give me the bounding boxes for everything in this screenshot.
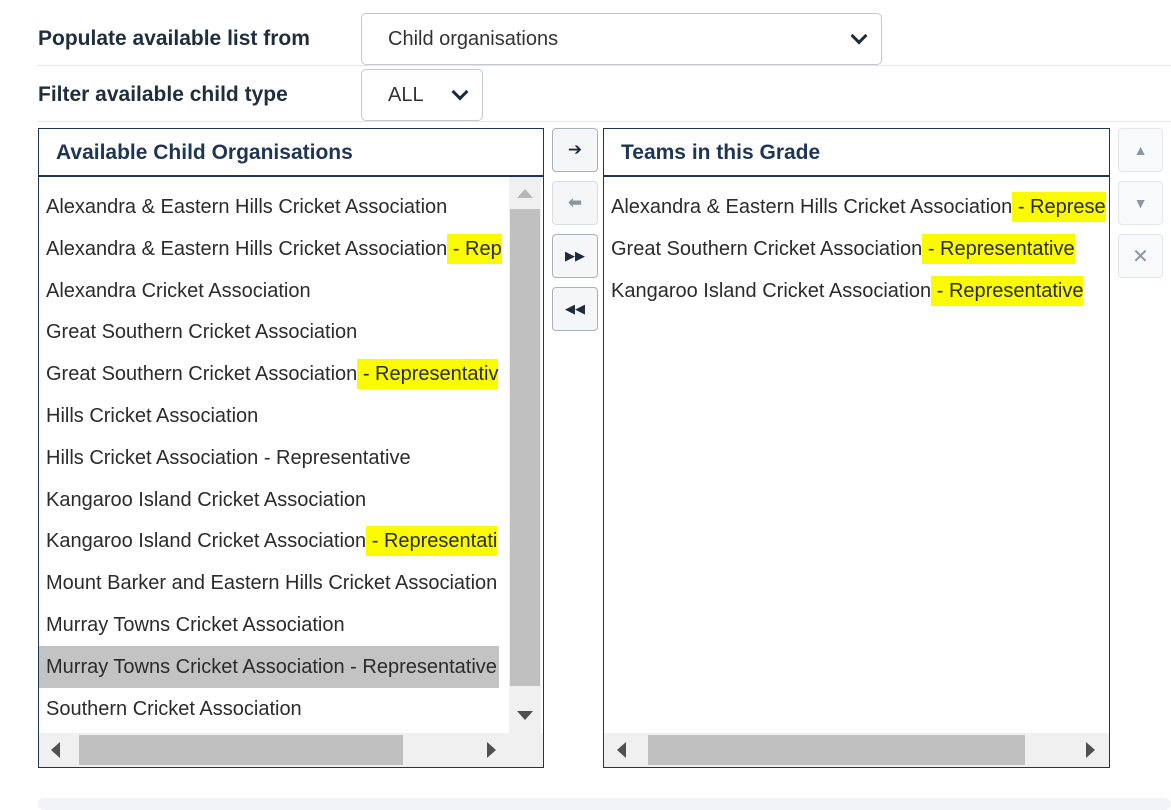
remove-team-button[interactable]: ✕ [1118, 234, 1163, 278]
list-item-label: Southern Cricket Association [46, 697, 302, 720]
move-up-button[interactable]: ▲ [1118, 128, 1163, 172]
available-horizontal-scrollbar[interactable] [39, 733, 509, 767]
list-item-label: Hills Cricket Association - Representati… [46, 446, 411, 469]
triangle-up-icon: ▲ [1133, 142, 1148, 158]
list-item-label: Murray Towns Cricket Association - Repre… [46, 655, 497, 678]
list-item-label: Great Southern Cricket Association [611, 237, 923, 260]
list-item[interactable]: Great Southern Cricket Association - Rep… [39, 353, 499, 395]
list-item-label: Alexandra & Eastern Hills Cricket Associ… [46, 196, 448, 218]
filter-select-value: ALL [388, 83, 424, 106]
list-item-label: Mount Barker and Eastern Hills Cricket A… [46, 572, 498, 595]
highlighted-suffix: - Representative [931, 275, 1084, 306]
list-item[interactable]: Murray Towns Cricket Association [39, 604, 499, 646]
list-item[interactable]: Alexandra & Eastern Hills Cricket Associ… [39, 228, 502, 270]
scrollbar-corner [509, 733, 543, 767]
scroll-down-arrow-icon[interactable] [517, 711, 533, 720]
scroll-right-arrow-icon[interactable] [487, 742, 496, 758]
grade-horizontal-scrollbar[interactable] [604, 733, 1109, 767]
panel-title-rule [604, 175, 1109, 177]
list-item-label: Kangaroo Island Cricket Association [46, 530, 367, 553]
available-panel-title: Available Child Organisations [56, 141, 353, 164]
highlighted-suffix: - Represe [1012, 192, 1106, 222]
list-item-label: Alexandra & Eastern Hills Cricket Associ… [46, 237, 448, 260]
list-item-label: Kangaroo Island Cricket Association [611, 279, 932, 302]
divider [38, 65, 1171, 66]
list-item[interactable]: Murray Towns Cricket Association - Repre… [39, 645, 499, 688]
footer-bar [38, 798, 1171, 810]
available-vertical-scroll-thumb[interactable] [510, 209, 540, 686]
remove-all-button[interactable]: ◀◀ [552, 287, 598, 331]
populate-label: Populate available list from [38, 27, 310, 50]
double-arrow-right-icon: ▶▶ [565, 248, 585, 263]
close-icon: ✕ [1132, 245, 1149, 268]
add-all-button[interactable]: ▶▶ [552, 234, 598, 278]
move-down-button[interactable]: ▼ [1118, 181, 1163, 225]
filter-label: Filter available child type [38, 83, 288, 106]
scroll-left-arrow-icon[interactable] [617, 742, 626, 758]
chevron-down-icon [451, 83, 469, 101]
populate-select-value: Child organisations [388, 27, 559, 50]
list-item[interactable]: Southern Cricket Association [39, 688, 499, 730]
list-item[interactable]: Great Southern Cricket Association - Rep… [604, 228, 1109, 270]
list-item[interactable]: Great Southern Cricket Association [39, 311, 499, 353]
grade-panel: Teams in this Grade Alexandra & Eastern … [603, 128, 1110, 768]
list-item-label: Hills Cricket Association [46, 405, 259, 427]
highlighted-suffix: - Representative [922, 233, 1075, 264]
list-item[interactable]: Alexandra & Eastern Hills Cricket Associ… [39, 186, 499, 228]
grade-horizontal-scroll-thumb[interactable] [648, 735, 1025, 765]
double-arrow-left-icon: ◀◀ [565, 301, 585, 316]
arrow-right-icon: ➔ [567, 140, 583, 159]
list-item-label: Kangaroo Island Cricket Association [46, 488, 367, 511]
list-item[interactable]: Hills Cricket Association - Representati… [39, 437, 499, 479]
filter-select[interactable]: ALL [361, 69, 483, 121]
populate-select[interactable]: Child organisations [361, 13, 882, 65]
arrow-left-icon: ⬅ [567, 193, 583, 212]
remove-selected-button[interactable]: ⬅ [552, 181, 598, 225]
list-item[interactable]: Mount Barker and Eastern Hills Cricket A… [39, 562, 499, 604]
list-item-label: Alexandra & Eastern Hills Cricket Associ… [611, 196, 1013, 218]
highlighted-suffix: - Rep [447, 233, 502, 264]
grade-panel-title: Teams in this Grade [621, 141, 821, 164]
list-item-label: Great Southern Cricket Association [46, 363, 358, 386]
list-item[interactable]: Kangaroo Island Cricket Association [39, 479, 499, 521]
list-item[interactable]: Kangaroo Island Cricket Association - Re… [39, 520, 499, 562]
highlighted-suffix: - Representati [366, 526, 498, 557]
panel-title-rule [39, 175, 543, 177]
list-item-label: Murray Towns Cricket Association [46, 614, 345, 636]
scroll-left-arrow-icon[interactable] [51, 742, 60, 758]
list-item[interactable]: Hills Cricket Association [39, 395, 499, 437]
available-horizontal-scroll-thumb[interactable] [79, 735, 403, 765]
divider [38, 121, 1171, 122]
available-vertical-scrollbar[interactable] [509, 177, 541, 733]
triangle-down-icon: ▼ [1133, 195, 1148, 211]
chevron-down-icon [850, 27, 868, 45]
add-selected-button[interactable]: ➔ [552, 128, 598, 172]
highlighted-suffix: - Representativ [357, 359, 499, 390]
list-item-label: Great Southern Cricket Association [46, 321, 358, 344]
list-item[interactable]: Kangaroo Island Cricket Association - Re… [604, 270, 1109, 312]
available-panel: Available Child Organisations Alexandra … [38, 128, 544, 768]
list-item[interactable]: Alexandra Cricket Association [39, 270, 499, 312]
list-item-label: Alexandra Cricket Association [46, 279, 311, 302]
scroll-right-arrow-icon[interactable] [1086, 742, 1095, 758]
list-item[interactable]: Alexandra & Eastern Hills Cricket Associ… [604, 186, 1109, 228]
scroll-up-arrow-icon[interactable] [517, 189, 533, 198]
